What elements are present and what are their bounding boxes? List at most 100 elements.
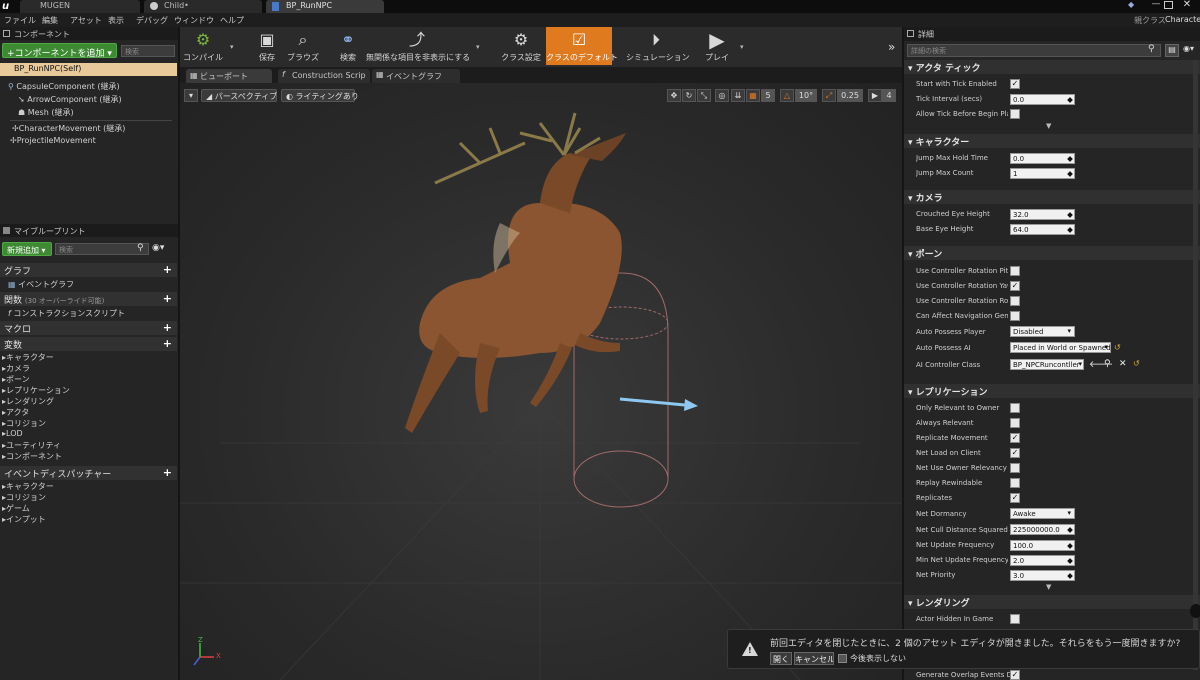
component-arrow[interactable]: ➘ ArrowComponent (継承)	[18, 94, 122, 105]
viewport-options-icon[interactable]: ▾	[184, 89, 198, 102]
var-category[interactable]: ▸カメラ	[2, 363, 30, 374]
section-macros[interactable]: マクロ +	[0, 321, 177, 335]
section-replication[interactable]: ▾ レプリケーション	[904, 384, 1200, 398]
replicate-movement-checkbox[interactable]: ✓	[1010, 433, 1020, 443]
generate-overlap-checkbox[interactable]: ✓	[1010, 670, 1020, 680]
var-category[interactable]: ▸アクタ	[2, 407, 29, 418]
tab-viewport[interactable]: ▦ ビューポート	[186, 69, 272, 83]
minimize-button[interactable]: —	[1150, 0, 1162, 10]
close-window-button[interactable]: ✕	[1180, 0, 1194, 10]
self-component-item[interactable]: BP_RunNPC(Self)	[0, 63, 177, 76]
allow-tick-checkbox[interactable]	[1010, 109, 1020, 119]
start-with-tick-checkbox[interactable]: ✓	[1010, 79, 1020, 89]
search-icon[interactable]: ⚲	[137, 243, 149, 255]
scale-snap-value[interactable]: 0.25	[837, 89, 863, 102]
actor-hidden-checkbox[interactable]	[1010, 614, 1020, 624]
ai-controller-select[interactable]: BP_NPCRuncontller ▾	[1010, 359, 1084, 370]
auto-possess-ai-select[interactable]: Placed in World or Spawned ▾	[1010, 342, 1111, 353]
surface-snap-icon[interactable]: ⇊	[731, 89, 745, 102]
event-graph-item[interactable]: ▦ イベントグラフ	[8, 279, 74, 290]
compile-options-chevron-icon[interactable]: ▾	[230, 43, 234, 51]
rotate-tool-icon[interactable]: ↻	[682, 89, 696, 102]
section-character[interactable]: ▾ キャラクター	[904, 134, 1200, 148]
new-add-button[interactable]: 新規追加 ▾	[2, 242, 52, 256]
details-search-input[interactable]: 詳細の検索	[907, 44, 1161, 57]
tab-event-graph[interactable]: ▦ イベントグラフ	[372, 69, 460, 83]
ucr-yaw-checkbox[interactable]: ✓	[1010, 281, 1020, 291]
base-eye-input[interactable]: 64.0	[1010, 224, 1075, 235]
world-space-icon[interactable]: ◎	[715, 89, 729, 102]
net-use-owner-checkbox[interactable]	[1010, 463, 1020, 473]
property-matrix-icon[interactable]: ▤	[1165, 44, 1179, 57]
clear-icon[interactable]: ✕	[1119, 359, 1127, 369]
play-options-chevron-icon[interactable]: ▾	[740, 43, 744, 51]
always-relevant-checkbox[interactable]	[1010, 418, 1020, 428]
can-affect-nav-checkbox[interactable]	[1010, 311, 1020, 321]
menu-edit[interactable]: 編集	[42, 15, 58, 26]
replicates-checkbox[interactable]: ✓	[1010, 493, 1020, 503]
component-mesh[interactable]: ☗ Mesh (継承)	[18, 107, 74, 118]
tab-child[interactable]: Child•	[144, 0, 262, 13]
translate-tool-icon[interactable]: ✥	[667, 89, 681, 102]
menu-debug[interactable]: デバッグ	[136, 15, 168, 26]
add-dispatcher-button[interactable]: +	[163, 467, 172, 478]
menu-help[interactable]: ヘルプ	[220, 15, 244, 26]
dispatcher-category[interactable]: ▸キャラクター	[2, 481, 54, 492]
scroll-indicator-icon[interactable]	[1190, 604, 1200, 618]
net-load-client-checkbox[interactable]: ✓	[1010, 448, 1020, 458]
3d-viewport[interactable]: X Z	[180, 83, 902, 680]
jump-hold-input[interactable]: 0.0	[1010, 153, 1075, 164]
compile-button[interactable]: ⚙ コンパイル	[182, 27, 224, 65]
net-cull-input[interactable]: 225000000.0	[1010, 524, 1075, 535]
save-button[interactable]: ▣ 保存	[252, 27, 282, 65]
add-variable-button[interactable]: +	[163, 338, 172, 349]
ucr-roll-checkbox[interactable]	[1010, 296, 1020, 306]
hide-unrelated-button[interactable]: ⤴ 無関係な項目を非表示にする	[366, 27, 470, 65]
construction-script-item[interactable]: f コンストラクションスクリプト	[8, 308, 125, 319]
notification-cancel-button[interactable]: キャンセル	[794, 652, 834, 665]
section-variables[interactable]: 変数 +	[0, 337, 177, 351]
dispatcher-category[interactable]: ▸ゲーム	[2, 503, 30, 514]
parent-class-value[interactable]: Character	[1165, 15, 1200, 24]
find-button[interactable]: ⚭ 検索	[333, 27, 363, 65]
var-category[interactable]: ▸キャラクター	[2, 352, 54, 363]
var-category[interactable]: ▸コリジョン	[2, 418, 46, 429]
auto-possess-player-select[interactable]: Disabled ▾	[1010, 326, 1075, 337]
toolbar-overflow-icon[interactable]: »	[888, 40, 895, 54]
camera-speed-value[interactable]: 4	[882, 89, 896, 102]
replay-rewindable-checkbox[interactable]	[1010, 478, 1020, 488]
net-priority-input[interactable]: 3.0	[1010, 570, 1075, 581]
add-function-button[interactable]: +	[163, 293, 172, 304]
section-camera[interactable]: ▾ カメラ	[904, 190, 1200, 204]
rotation-snap-value[interactable]: 10°	[795, 89, 817, 102]
menu-asset[interactable]: アセット	[70, 15, 102, 26]
only-relevant-owner-checkbox[interactable]	[1010, 403, 1020, 413]
net-dormancy-select[interactable]: Awake ▾	[1010, 508, 1075, 519]
section-actor-tick[interactable]: ▾ アクタ ティック	[904, 60, 1200, 74]
section-functions[interactable]: 関数 (30 オーバーライド可能) +	[0, 292, 177, 306]
browse-asset-icon[interactable]: ⚲	[1104, 359, 1111, 369]
tick-interval-input[interactable]: 0.0	[1010, 94, 1075, 105]
var-category[interactable]: ▸コンポーネント	[2, 451, 62, 462]
grid-snap-icon[interactable]: ▦	[746, 89, 760, 102]
crouched-eye-input[interactable]: 32.0	[1010, 209, 1075, 220]
section-graph[interactable]: グラフ +	[0, 263, 177, 277]
var-category[interactable]: ▸LOD	[2, 429, 23, 438]
tab-construction-script[interactable]: f Construction Scrip	[278, 69, 370, 83]
lighting-mode-button[interactable]: ◐ ライティングあり	[281, 89, 359, 102]
simulation-button[interactable]: ⏵ シミュレーション	[626, 27, 690, 65]
expand-advanced-icon[interactable]: ▼	[1046, 583, 1051, 591]
section-rendering[interactable]: ▾ レンダリング	[904, 595, 1200, 609]
camera-speed-icon[interactable]: ▶	[868, 89, 882, 102]
tab-mugen[interactable]: MUGEN	[20, 0, 140, 13]
component-capsule[interactable]: ⚲ CapsuleComponent (継承)	[8, 81, 120, 92]
hide-options-chevron-icon[interactable]: ▾	[476, 43, 480, 51]
component-character-movement[interactable]: ✢CharacterMovement (継承)	[12, 123, 125, 134]
ucr-pitch-checkbox[interactable]	[1010, 266, 1020, 276]
menu-window[interactable]: ウィンドウ	[174, 15, 214, 26]
menu-file[interactable]: ファイル	[4, 15, 36, 26]
section-event-dispatchers[interactable]: イベントディスパッチャー +	[0, 466, 177, 480]
class-settings-button[interactable]: ⚙ クラス設定	[500, 27, 542, 65]
scale-snap-icon[interactable]: ⤢	[822, 89, 836, 102]
eye-view-options-icon[interactable]: ◉▾	[152, 243, 172, 255]
